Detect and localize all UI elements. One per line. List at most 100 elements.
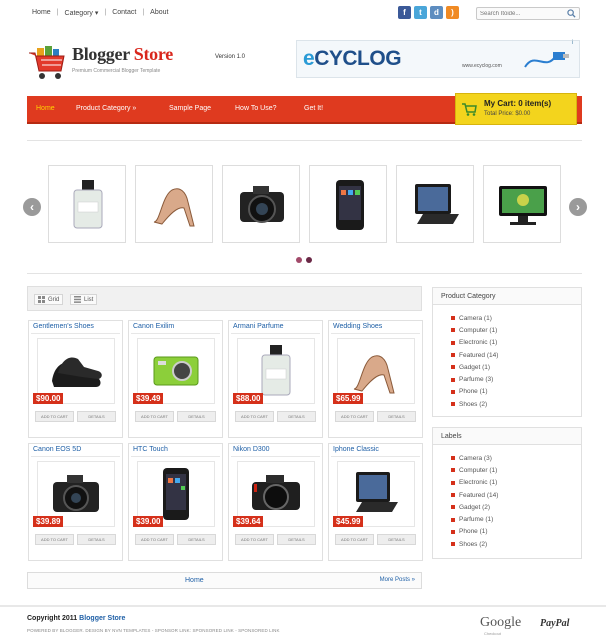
main-nav-product-category[interactable]: Product Category » [76, 105, 136, 112]
slider-item-dslr[interactable] [222, 165, 300, 243]
product-name[interactable]: Canon Exilim [133, 323, 174, 330]
label-item[interactable]: Camera (3) [451, 452, 498, 464]
cart-summary[interactable]: My Cart: 0 item(s) Total Price: $0.00 [455, 93, 577, 125]
top-nav: Home | Category ▾ | Contact | About [32, 9, 168, 17]
top-nav-home[interactable]: Home [32, 9, 51, 17]
add-to-cart-button[interactable]: ADD TO CART [35, 534, 74, 545]
slider-prev-button[interactable]: ‹ [23, 198, 41, 216]
details-button[interactable]: DETAILS [177, 534, 216, 545]
top-nav-about[interactable]: About [150, 9, 168, 17]
bullet-icon [451, 529, 455, 534]
nav-separator: | [104, 9, 107, 16]
category-item[interactable]: Shoes (2) [451, 398, 498, 410]
ad-info-icon[interactable]: i [572, 40, 580, 48]
product-card[interactable]: Canon Exilim $39.49 ADD TO CART DETAILS [128, 320, 223, 438]
add-to-cart-button[interactable]: ADD TO CART [35, 411, 74, 422]
facebook-icon[interactable]: f [398, 6, 411, 19]
slider-item-perfume[interactable] [48, 165, 126, 243]
pager: Home More Posts » [27, 572, 422, 589]
add-to-cart-button[interactable]: ADD TO CART [335, 411, 374, 422]
label-item[interactable]: Shoes (2) [451, 538, 498, 550]
divider [31, 456, 120, 457]
search-input[interactable] [477, 8, 567, 19]
product-name[interactable]: Iphone Classic [333, 446, 379, 453]
product-name[interactable]: Armani Parfume [233, 323, 284, 330]
product-name[interactable]: Gentlemen's Shoes [33, 323, 94, 330]
category-item[interactable]: Electronic (1) [451, 337, 498, 349]
product-card[interactable]: Gentlemen's Shoes $90.00 ADD TO CART DET… [28, 320, 123, 438]
category-label: Electronic (1) [459, 339, 498, 347]
category-item[interactable]: Camera (1) [451, 312, 498, 324]
main-nav-get-it[interactable]: Get It! [304, 105, 323, 112]
product-card[interactable]: Wedding Shoes $65.99 ADD TO CART DETAILS [328, 320, 423, 438]
label-item[interactable]: Featured (14) [451, 489, 498, 501]
product-card[interactable]: Canon EOS 5D $39.89 ADD TO CART DETAILS [28, 443, 123, 561]
add-to-cart-button[interactable]: ADD TO CART [135, 411, 174, 422]
site-title[interactable]: Blogger Store [72, 44, 173, 65]
ad-url: www.ecyclog.com [462, 63, 502, 69]
slider-item-heels[interactable] [135, 165, 213, 243]
category-item[interactable]: Phone (1) [451, 386, 498, 398]
label-item[interactable]: Phone (1) [451, 526, 498, 538]
details-button[interactable]: DETAILS [277, 534, 316, 545]
top-nav-contact[interactable]: Contact [112, 9, 136, 17]
details-button[interactable]: DETAILS [277, 411, 316, 422]
slider-dot[interactable] [296, 257, 302, 263]
product-card[interactable]: Iphone Classic $45.99 ADD TO CART DETAIL… [328, 443, 423, 561]
slider-item-phone[interactable] [309, 165, 387, 243]
slider-next-button[interactable]: › [569, 198, 587, 216]
more-posts-link[interactable]: More Posts » [380, 577, 415, 583]
main-nav-home[interactable]: Home [36, 105, 55, 112]
tablet-image [415, 184, 459, 224]
product-price: $88.00 [233, 393, 264, 404]
label-item[interactable]: Parfume (1) [451, 513, 498, 525]
nikon-camera-image [252, 475, 300, 510]
search-icon[interactable] [567, 9, 576, 18]
rss-icon[interactable]: ) [446, 6, 459, 19]
dslr-camera-image [240, 186, 284, 223]
digg-icon[interactable]: d [430, 6, 443, 19]
list-view-button[interactable]: List [70, 294, 98, 305]
product-price: $45.99 [333, 516, 364, 527]
top-nav-category[interactable]: Category ▾ [65, 9, 99, 17]
product-name[interactable]: Canon EOS 5D [33, 446, 81, 453]
slider-item-tablet[interactable] [396, 165, 474, 243]
details-button[interactable]: DETAILS [77, 411, 116, 422]
category-item[interactable]: Parfume (3) [451, 373, 498, 385]
label-item[interactable]: Gadget (2) [451, 501, 498, 513]
product-card[interactable]: HTC Touch $39.00 ADD TO CART DETAILS [128, 443, 223, 561]
ad-banner[interactable]: eCYCLOG www.ecyclog.com [296, 40, 580, 78]
label-item[interactable]: Computer (1) [451, 464, 498, 476]
details-button[interactable]: DETAILS [77, 534, 116, 545]
add-to-cart-button[interactable]: ADD TO CART [235, 411, 274, 422]
details-button[interactable]: DETAILS [377, 534, 416, 545]
main-nav-sample-page[interactable]: Sample Page [169, 105, 211, 112]
category-item[interactable]: Gadget (1) [451, 361, 498, 373]
product-card[interactable]: Nikon D300 $39.64 ADD TO CART DETAILS [228, 443, 323, 561]
add-to-cart-button[interactable]: ADD TO CART [235, 534, 274, 545]
main-nav-how-to-use[interactable]: How To Use? [235, 105, 277, 112]
compact-camera-image [153, 356, 199, 386]
add-to-cart-button[interactable]: ADD TO CART [335, 534, 374, 545]
label-text: Electronic (1) [459, 479, 498, 487]
category-label: Computer (1) [459, 326, 498, 334]
product-name[interactable]: HTC Touch [133, 446, 168, 453]
category-item[interactable]: Computer (1) [451, 324, 498, 336]
grid-view-button[interactable]: Grid [34, 294, 64, 305]
slider-dot-active[interactable] [306, 257, 312, 263]
label-item[interactable]: Electronic (1) [451, 477, 498, 489]
shopping-cart-logo-icon[interactable] [27, 45, 67, 81]
slider-item-monitor[interactable] [483, 165, 561, 243]
details-button[interactable]: DETAILS [177, 411, 216, 422]
product-name[interactable]: Nikon D300 [233, 446, 270, 453]
product-card[interactable]: Armani Parfume $88.00 ADD TO CART DETAIL… [228, 320, 323, 438]
copyright-store-link[interactable]: Blogger Store [79, 615, 125, 622]
category-label: Parfume (3) [459, 376, 494, 384]
pager-home-link[interactable]: Home [185, 577, 204, 584]
category-item[interactable]: Featured (14) [451, 349, 498, 361]
twitter-icon[interactable]: t [414, 6, 427, 19]
product-name[interactable]: Wedding Shoes [333, 323, 382, 330]
details-button[interactable]: DETAILS [377, 411, 416, 422]
nav-separator: | [142, 9, 145, 16]
add-to-cart-button[interactable]: ADD TO CART [135, 534, 174, 545]
